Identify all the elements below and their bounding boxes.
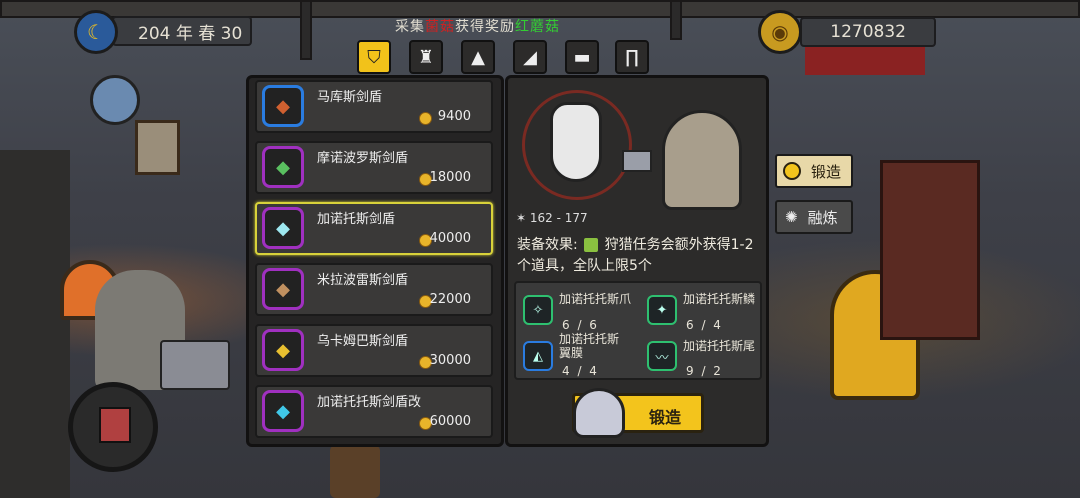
material-count: 6 / 6 (562, 318, 597, 332)
season-moon-icon[interactable]: ☾ (74, 10, 118, 54)
gold-bar: 1270832 (800, 17, 936, 47)
item-price: 18000 (429, 170, 471, 185)
material-name: 加诺托托斯鳞 (683, 292, 756, 306)
item-price: 40000 (429, 231, 471, 246)
forge-button-label: 锻造 (649, 410, 682, 427)
quest-middle: 获得奖励 (455, 19, 515, 35)
side-refine-button[interactable]: ✺ 融炼 (775, 200, 853, 234)
quest-banner: 采集菌菇获得奖励红蘑菇 (395, 16, 560, 36)
house-map-button[interactable] (68, 382, 158, 472)
coin-icon (419, 112, 432, 125)
wing-membrane-material-icon[interactable]: ◭ (523, 341, 553, 371)
boots-tab-icon[interactable]: ∏ (615, 40, 649, 74)
armor-tab-icon[interactable]: ▲ (461, 40, 495, 74)
tail-material-icon[interactable]: 〰 (647, 341, 677, 371)
item-price: 22000 (429, 292, 471, 307)
house-icon (99, 407, 131, 443)
side-forge-label: 锻造 (811, 162, 842, 181)
shield-preview-icon (550, 102, 602, 182)
item-row-ganototos[interactable]: ◆ 加诺托斯剑盾 40000 (255, 202, 493, 255)
quest-reward: 红蘑菇 (515, 19, 560, 35)
item-name: 加诺托托斯剑盾改 (317, 395, 422, 410)
claw-material-icon[interactable]: ✧ (523, 295, 553, 325)
shield-tab-icon[interactable]: ⛉ (357, 40, 391, 74)
item-icon: ◆ (262, 207, 304, 249)
anvil (160, 340, 230, 390)
date-label: 204 年 春 30 (138, 23, 243, 44)
quest-target: 菌菇 (425, 19, 455, 35)
item-icon: ◆ (262, 390, 304, 432)
item-name: 米拉波雷斯剑盾 (317, 273, 409, 288)
side-refine-label: 融炼 (807, 208, 838, 227)
item-row-monoboros[interactable]: ◆ 摩诺波罗斯剑盾 18000 (255, 141, 493, 194)
item-name: 摩诺波罗斯剑盾 (317, 151, 409, 166)
item-price: 60000 (429, 414, 471, 429)
material-count: 9 / 2 (686, 364, 721, 378)
chain (300, 0, 312, 60)
wall-portrait (135, 120, 180, 175)
item-row-ukambas[interactable]: ◆ 乌卡姆巴斯剑盾 30000 (255, 324, 493, 377)
equip-effect: 装备效果: 狩猎任务会额外获得1-2个道具，全队上限5个 (517, 235, 761, 277)
refine-icon: ✺ (785, 208, 798, 226)
walrus-blacksmith (662, 110, 742, 210)
item-icon: ◆ (262, 329, 304, 371)
shoulder-tab-icon[interactable]: ▬ (565, 40, 599, 74)
item-name: 加诺托斯剑盾 (317, 212, 396, 227)
cabinet (880, 160, 980, 340)
forge-button[interactable]: 锻造 (572, 388, 704, 438)
hanging-cloth (805, 45, 925, 75)
side-forge-button[interactable]: 锻造 (775, 154, 853, 188)
chain (670, 0, 682, 40)
left-wall (0, 150, 70, 498)
helmet-tab-icon[interactable]: ♜ (409, 40, 443, 74)
material-name: 加诺托托斯尾 (683, 339, 756, 353)
gold-amount: 1270832 (830, 22, 906, 42)
material-name: 加诺托托斯翼膜 (559, 332, 620, 360)
material-name: 加诺托托斯爪 (559, 292, 632, 306)
item-name: 乌卡姆巴斯剑盾 (317, 334, 409, 349)
hunt-effect-icon (584, 238, 599, 252)
effect-label: 装备效果: (517, 237, 578, 253)
item-name: 马库斯剑盾 (317, 90, 383, 105)
gold-coin-icon: ◉ (758, 10, 802, 54)
item-price: 9400 (437, 109, 471, 124)
weapon-tab-icon[interactable]: ◢ (513, 40, 547, 74)
attack-stat: ✶ 162 - 177 (516, 211, 588, 225)
item-row-markus[interactable]: ◆ 马库斯剑盾 9400 (255, 80, 493, 133)
attack-value: 162 - 177 (529, 211, 588, 225)
item-row-ganototos-kai[interactable]: ◆ 加诺托托斯剑盾改 60000 (255, 385, 493, 438)
hammer-icon (622, 150, 652, 172)
forge-hammer-icon (573, 388, 625, 438)
item-preview (522, 90, 762, 210)
attack-icon: ✶ (516, 211, 530, 225)
item-row-mirabores[interactable]: ◆ 米拉波雷斯剑盾 22000 (255, 263, 493, 316)
item-icon: ◆ (262, 268, 304, 310)
item-icon: ◆ (262, 85, 304, 127)
material-count: 6 / 4 (686, 318, 721, 332)
item-price: 30000 (429, 353, 471, 368)
quest-prefix: 采集 (395, 19, 425, 35)
forge-icon (783, 162, 801, 180)
barrel (330, 445, 380, 498)
scale-material-icon[interactable]: ✦ (647, 295, 677, 325)
date-bar: 204 年 春 30 (112, 16, 252, 46)
item-icon: ◆ (262, 146, 304, 188)
player-avatar[interactable] (90, 75, 140, 125)
material-count: 4 / 4 (562, 364, 597, 378)
